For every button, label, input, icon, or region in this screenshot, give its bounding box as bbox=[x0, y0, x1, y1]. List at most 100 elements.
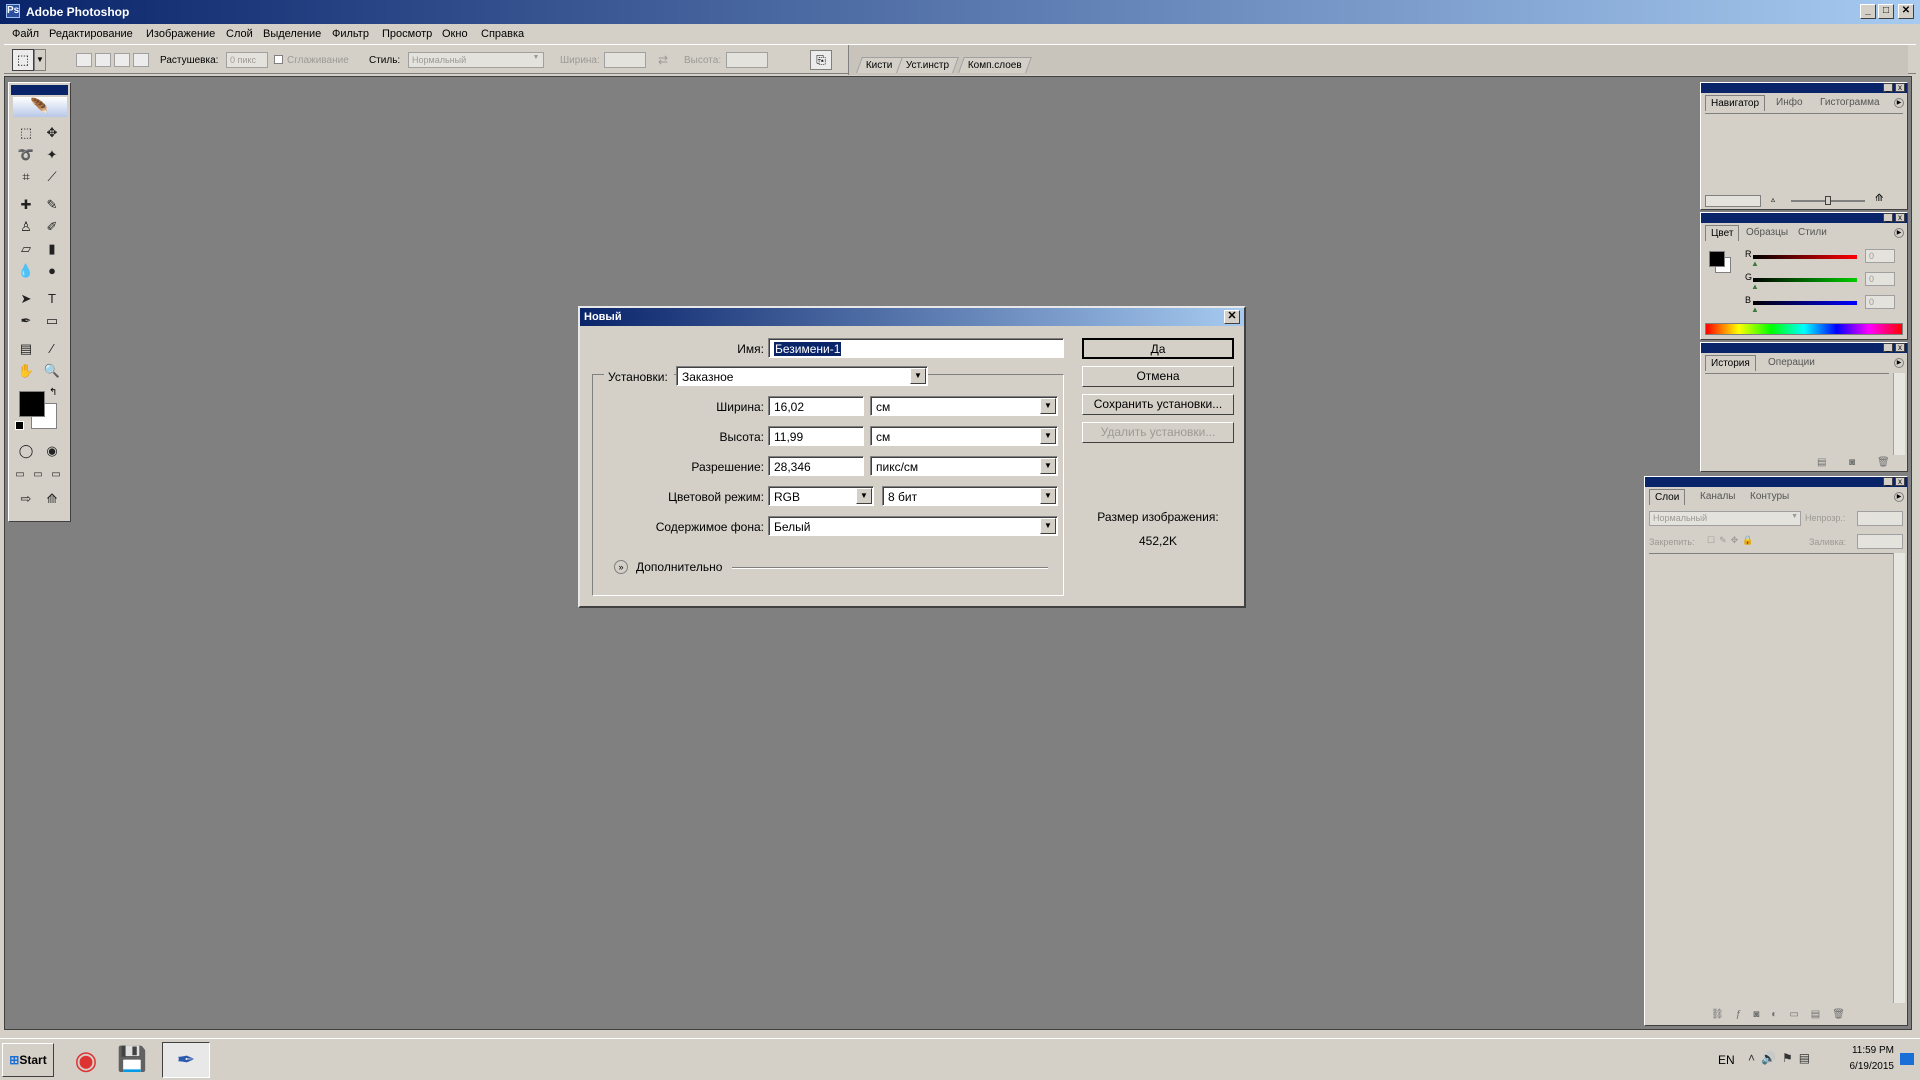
marquee-tool-preset-icon[interactable]: ⬚ bbox=[12, 49, 34, 71]
show-desktop-icon[interactable] bbox=[1900, 1053, 1914, 1065]
screen-mode-full-icon[interactable]: ▭ bbox=[47, 465, 65, 485]
delete-preset-button[interactable]: Удалить установки... bbox=[1082, 422, 1234, 443]
color-mode-select[interactable]: RGB ▼ bbox=[768, 486, 874, 506]
minimize-button[interactable]: _ bbox=[1860, 4, 1876, 19]
add-selection-icon[interactable] bbox=[95, 53, 112, 67]
width-unit-select[interactable]: см ▼ bbox=[870, 396, 1058, 416]
brush-tool-icon[interactable]: ✎ bbox=[41, 195, 63, 215]
width-input[interactable]: 16,02 bbox=[768, 396, 864, 416]
move-tool-icon[interactable]: ✥ bbox=[41, 123, 63, 143]
b-slider[interactable] bbox=[1753, 301, 1857, 305]
file-browser-icon[interactable]: ⎘ bbox=[810, 50, 832, 70]
tray-icons[interactable]: ˄🔊⚑▤ bbox=[1748, 1051, 1816, 1065]
notes-tool-icon[interactable]: ▤ bbox=[15, 339, 37, 359]
gradient-tool-icon[interactable]: ▮ bbox=[41, 239, 63, 259]
layers-bottom-toolbar-icons[interactable]: ⛓ƒ◙◐▭▤🗑 bbox=[1711, 1009, 1857, 1020]
tab-styles[interactable]: Стили bbox=[1793, 225, 1832, 241]
new-selection-icon[interactable] bbox=[76, 53, 92, 67]
lasso-tool-icon[interactable]: ➰ bbox=[15, 145, 37, 165]
slice-tool-icon[interactable]: ⟋ bbox=[41, 167, 63, 187]
zoom-in-icon[interactable]: ⟰ bbox=[1875, 193, 1883, 204]
photoshop-taskbar-icon[interactable]: ✒ bbox=[162, 1042, 210, 1078]
dialog-close-icon[interactable]: ✕ bbox=[1224, 310, 1240, 324]
menu-layer[interactable]: Слой bbox=[226, 28, 253, 40]
zoom-out-icon[interactable]: ▵ bbox=[1771, 195, 1775, 204]
resolution-unit-select[interactable]: пикс/см ▼ bbox=[870, 456, 1058, 476]
swap-icon[interactable]: ⇄ bbox=[658, 53, 668, 67]
palette-tab-tool-presets[interactable]: Уст.инстр bbox=[896, 57, 960, 73]
default-colors-icon[interactable] bbox=[15, 421, 24, 430]
panel-minimize-icon[interactable]: _ bbox=[1883, 213, 1893, 222]
tab-histogram[interactable]: Гистограмма bbox=[1815, 95, 1885, 111]
clock-time[interactable]: 11:59 PM bbox=[1830, 1045, 1894, 1056]
panel-close-icon[interactable]: x bbox=[1895, 83, 1905, 92]
g-slider[interactable] bbox=[1753, 278, 1857, 282]
resolution-input[interactable]: 28,346 bbox=[768, 456, 864, 476]
crop-tool-icon[interactable]: ⌗ bbox=[15, 167, 37, 187]
height-input[interactable]: 11,99 bbox=[768, 426, 864, 446]
opacity-input[interactable] bbox=[1857, 511, 1903, 526]
pen-tool-icon[interactable]: ✒ bbox=[15, 311, 37, 331]
history-scrollbar[interactable] bbox=[1893, 373, 1905, 455]
standard-mode-icon[interactable]: ◯ bbox=[15, 441, 37, 461]
blur-tool-icon[interactable]: 💧 bbox=[15, 261, 37, 281]
menu-select[interactable]: Выделение bbox=[263, 28, 321, 40]
clone-stamp-tool-icon[interactable]: ♙ bbox=[15, 217, 37, 237]
zoom-input[interactable] bbox=[1705, 195, 1761, 207]
zoom-slider-handle[interactable] bbox=[1825, 196, 1831, 205]
panel-menu-icon[interactable]: ▶ bbox=[1894, 228, 1904, 238]
panel-close-icon[interactable]: x bbox=[1895, 213, 1905, 222]
height-unit-select[interactable]: см ▼ bbox=[870, 426, 1058, 446]
save-preset-button[interactable]: Сохранить установки... bbox=[1082, 394, 1234, 415]
panel-minimize-icon[interactable]: _ bbox=[1883, 343, 1893, 352]
jump-to-icon[interactable]: ⟰ bbox=[41, 489, 63, 509]
intersect-selection-icon[interactable] bbox=[133, 53, 150, 67]
magic-wand-tool-icon[interactable]: ✦ bbox=[41, 145, 63, 165]
name-input[interactable]: Безимени-1 bbox=[768, 338, 1064, 358]
dodge-tool-icon[interactable]: ● bbox=[41, 261, 63, 281]
width-input[interactable] bbox=[604, 52, 646, 68]
shape-tool-icon[interactable]: ▭ bbox=[41, 311, 63, 331]
panel-close-icon[interactable]: x bbox=[1895, 343, 1905, 352]
blend-mode-select[interactable]: Нормальный ▼ bbox=[1649, 511, 1801, 526]
tab-channels[interactable]: Каналы bbox=[1695, 489, 1741, 505]
imageready-icon[interactable]: ⇨ bbox=[15, 489, 37, 509]
advanced-label[interactable]: Дополнительно bbox=[636, 560, 722, 574]
tab-color[interactable]: Цвет bbox=[1705, 225, 1740, 241]
menu-image[interactable]: Изображение bbox=[146, 28, 215, 40]
zoom-tool-icon[interactable]: 🔍 bbox=[41, 361, 63, 381]
menu-help[interactable]: Справка bbox=[481, 28, 524, 40]
b-input[interactable]: 0 bbox=[1865, 295, 1895, 309]
feather-input[interactable]: 0 пикс bbox=[226, 52, 268, 68]
advanced-expand-icon[interactable]: » bbox=[614, 560, 628, 574]
tab-layers[interactable]: Слои bbox=[1649, 489, 1686, 505]
path-selection-tool-icon[interactable]: ➤ bbox=[15, 289, 37, 309]
menu-view[interactable]: Просмотр bbox=[382, 28, 432, 40]
history-brush-tool-icon[interactable]: ✐ bbox=[41, 217, 63, 237]
trash-icon[interactable]: 🗑 bbox=[1877, 457, 1890, 468]
close-button[interactable]: ✕ bbox=[1898, 4, 1914, 19]
start-button[interactable]: ⊞Start bbox=[2, 1043, 54, 1077]
menu-window[interactable]: Окно bbox=[442, 28, 468, 40]
background-select[interactable]: Белый ▼ bbox=[768, 516, 1058, 536]
tab-history[interactable]: История bbox=[1705, 355, 1756, 371]
chrome-taskbar-icon[interactable]: ◉ bbox=[68, 1043, 104, 1077]
cancel-button[interactable]: Отмена bbox=[1082, 366, 1234, 387]
panel-minimize-icon[interactable]: _ bbox=[1883, 83, 1893, 92]
eyedropper-tool-icon[interactable]: ⁄ bbox=[41, 339, 63, 359]
foreground-color-swatch-top[interactable] bbox=[19, 391, 45, 417]
fill-input[interactable] bbox=[1857, 534, 1903, 549]
g-input[interactable]: 0 bbox=[1865, 272, 1895, 286]
ok-button[interactable]: Да bbox=[1082, 338, 1234, 359]
g-slider-handle[interactable]: ▲ bbox=[1751, 282, 1759, 291]
height-input[interactable] bbox=[726, 52, 768, 68]
new-document-from-state-icon[interactable]: ▤ bbox=[1817, 457, 1826, 468]
menu-file[interactable]: Файл bbox=[12, 28, 39, 40]
language-indicator[interactable]: EN bbox=[1718, 1053, 1735, 1067]
menu-edit[interactable]: Редактирование bbox=[49, 28, 133, 40]
layers-scrollbar[interactable] bbox=[1893, 553, 1905, 1003]
foreground-color-swatch[interactable] bbox=[1709, 251, 1725, 267]
color-ramp[interactable] bbox=[1705, 323, 1903, 335]
panel-close-icon[interactable]: x bbox=[1895, 477, 1905, 486]
screen-mode-standard-icon[interactable]: ▭ bbox=[11, 465, 29, 485]
